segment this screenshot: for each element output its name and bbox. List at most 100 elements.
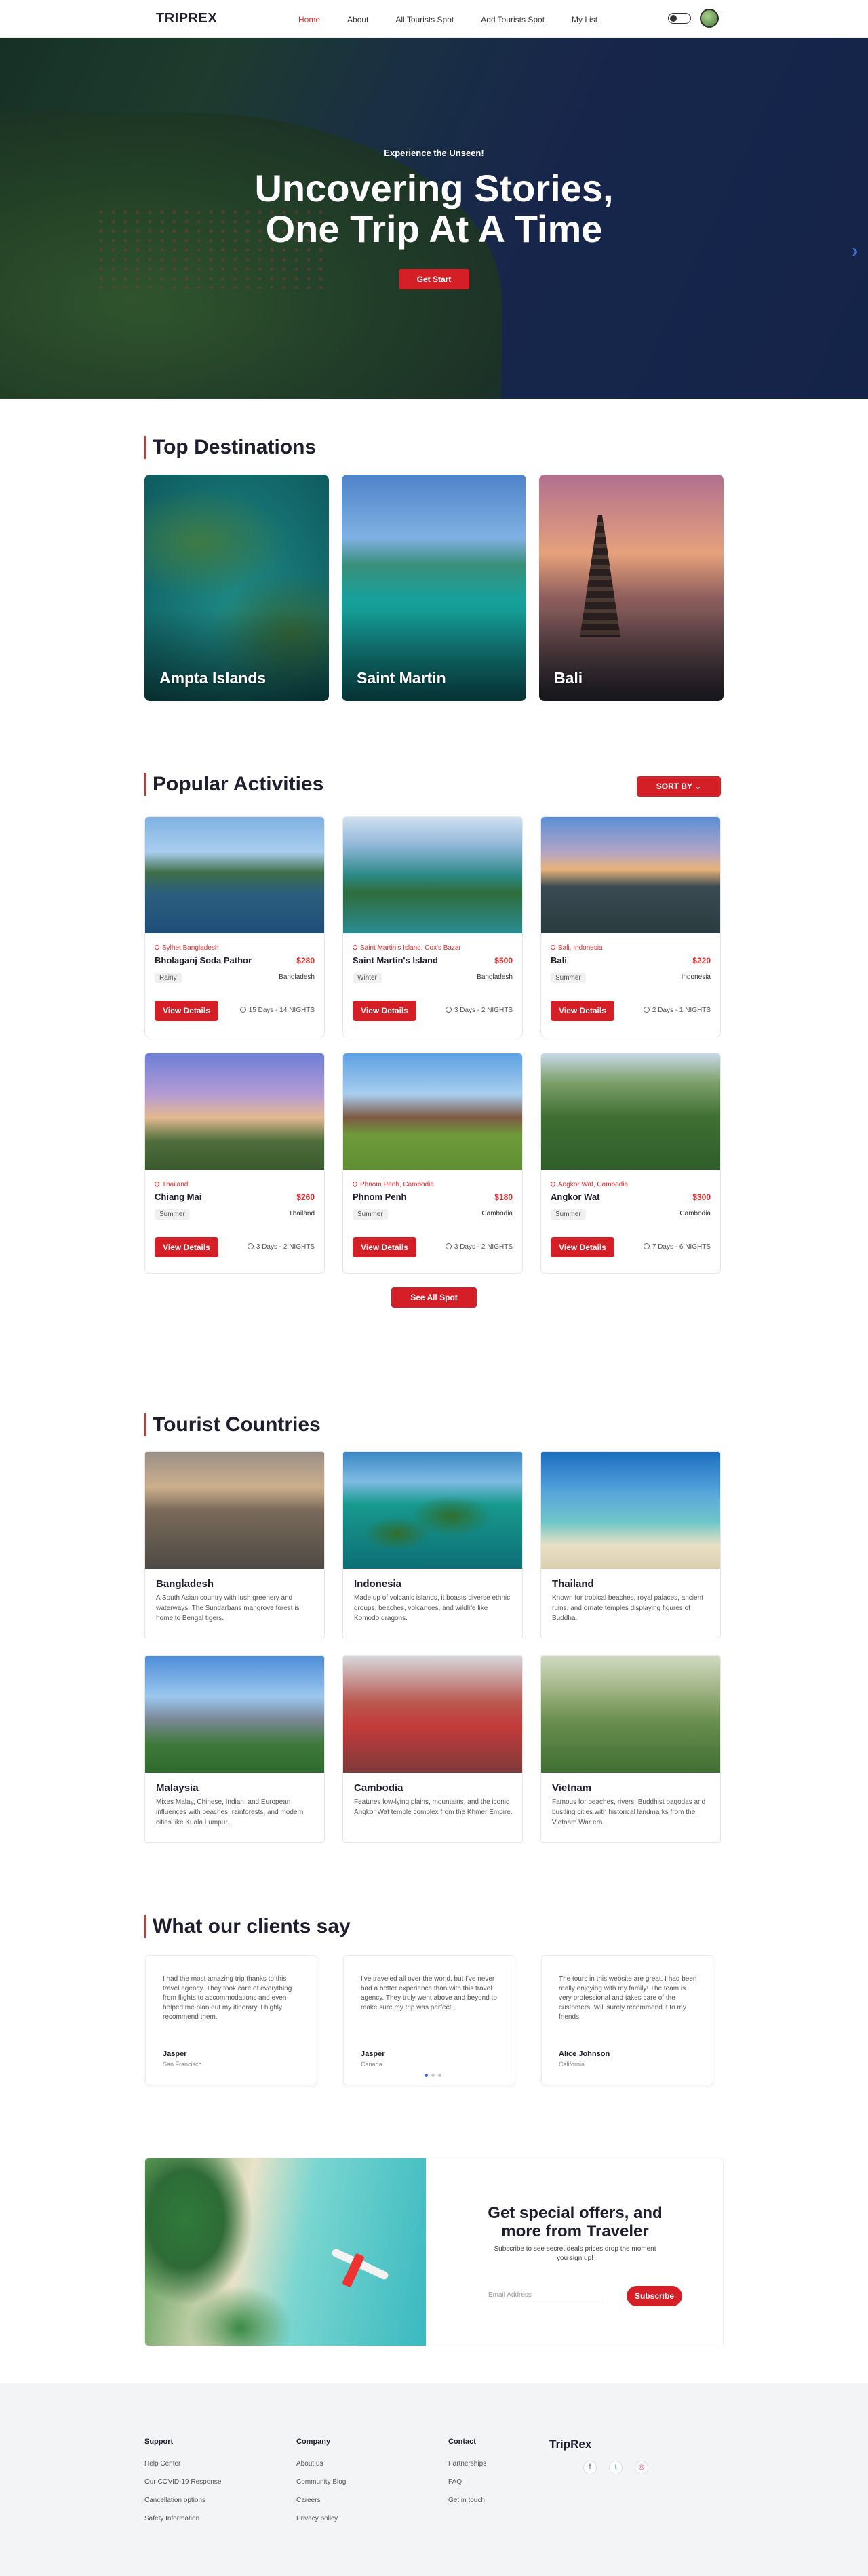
carousel-dots	[425, 2074, 441, 2077]
location-pin-icon	[549, 1180, 557, 1188]
activity-duration: 15 Days - 14 NIGHTS	[239, 1007, 315, 1014]
nav-home[interactable]: Home	[298, 15, 320, 24]
activity-location: Bali, Indonesia	[549, 944, 603, 952]
clock-icon	[247, 1243, 254, 1249]
country-description: Mixes Malay, Chinese, Indian, and Europe…	[156, 1798, 304, 1826]
activity-country: Indonesia	[681, 973, 711, 981]
view-details-button[interactable]: View Details	[353, 1001, 416, 1021]
footer-link[interactable]: Community Blog	[296, 2478, 346, 2486]
instagram-icon[interactable]: ◎	[635, 2461, 648, 2474]
site-logo[interactable]: TRIPREX	[156, 11, 217, 26]
nav-add-tourists-spot[interactable]: Add Tourists Spot	[481, 15, 545, 24]
footer-link[interactable]: Partnerships	[448, 2460, 486, 2468]
see-all-spot-button[interactable]: See All Spot	[391, 1287, 477, 1308]
location-pin-icon	[351, 1180, 359, 1188]
activity-location-text: Saint Martin's Island, Cox's Bazar	[360, 944, 461, 952]
footer-link[interactable]: Safety Information	[144, 2515, 221, 2522]
hero-title-line-1: Uncovering Stories,	[254, 167, 614, 209]
carousel-dot[interactable]	[431, 2074, 435, 2077]
activity-card: Bali, Indonesia Bali $220 Summer Indonesia Vi…	[540, 816, 721, 1037]
activity-location-text: Thailand	[162, 1181, 189, 1188]
country-card[interactable]: Thailand Known for tropical beaches, roya…	[540, 1451, 721, 1638]
destination-card[interactable]: Saint Martin	[342, 475, 526, 701]
theme-toggle[interactable]	[668, 13, 691, 24]
view-details-button[interactable]: View Details	[353, 1237, 416, 1257]
footer-link[interactable]: Help Center	[144, 2460, 221, 2468]
chevron-down-icon: ⌄	[694, 782, 702, 791]
view-details-button[interactable]: View Details	[551, 1001, 614, 1021]
country-image	[145, 1656, 324, 1773]
location-pin-icon	[351, 944, 359, 951]
activity-image	[343, 817, 522, 933]
footer-link[interactable]: Careers	[296, 2497, 346, 2504]
seaplane-beach-image	[145, 2158, 426, 2346]
country-card[interactable]: Bangladesh A South Asian country with lus…	[144, 1451, 325, 1638]
activity-duration: 2 Days - 1 NIGHTS	[643, 1007, 711, 1014]
activity-card: Phnom Penh, Cambodia Phnom Penh $180 Summer…	[342, 1053, 523, 1274]
footer-link[interactable]: Cancellation options	[144, 2497, 221, 2504]
destination-card[interactable]: Ampta Islands	[144, 475, 329, 701]
footer-logo[interactable]: TripRex	[549, 2438, 591, 2451]
activity-duration: 3 Days - 2 NIGHTS	[445, 1243, 513, 1251]
footer-column-company: Company About us Community Blog Careers …	[296, 2438, 346, 2533]
activity-name: Saint Martin's Island	[353, 955, 438, 965]
card-gradient	[539, 475, 724, 701]
view-details-button[interactable]: View Details	[155, 1237, 218, 1257]
slider-next-arrow-icon[interactable]: ›	[852, 240, 858, 262]
country-card[interactable]: Cambodia Features low-lying plains, mount…	[342, 1655, 523, 1843]
activity-location: Phnom Penh, Cambodia	[351, 1180, 434, 1188]
footer-link[interactable]: Privacy policy	[296, 2515, 346, 2522]
sort-by-button[interactable]: SORT BY ⌄	[637, 776, 721, 797]
newsletter-section: Get special offers, and more from Travel…	[144, 2158, 724, 2346]
activity-duration-text: 3 Days - 2 NIGHTS	[454, 1007, 513, 1014]
toggle-knob	[670, 15, 677, 22]
view-details-button[interactable]: View Details	[155, 1001, 218, 1021]
country-card[interactable]: Indonesia Made up of volcanic islands, it…	[342, 1451, 523, 1638]
footer-column-support: Support Help Center Our COVID-19 Respons…	[144, 2438, 221, 2533]
top-destinations-title: Top Destinations	[144, 436, 316, 459]
country-description: Known for tropical beaches, royal palace…	[552, 1594, 703, 1622]
facebook-icon[interactable]: f	[583, 2461, 597, 2474]
country-card[interactable]: Malaysia Mixes Malay, Chinese, Indian, an…	[144, 1655, 325, 1843]
get-start-button[interactable]: Get Start	[399, 269, 469, 289]
activity-name: Bholaganj Soda Pathor	[155, 955, 252, 965]
activity-duration: 7 Days - 6 NIGHTS	[643, 1243, 711, 1251]
season-badge: Summer	[551, 1209, 586, 1220]
country-name: Thailand	[552, 1578, 594, 1590]
newsletter-title: Get special offers, and more from Travel…	[426, 2204, 723, 2240]
carousel-dot[interactable]	[438, 2074, 441, 2077]
location-pin-icon	[153, 1180, 161, 1188]
activity-duration-text: 15 Days - 14 NIGHTS	[248, 1007, 315, 1014]
footer-link[interactable]: About us	[296, 2460, 346, 2468]
nav-about[interactable]: About	[347, 15, 368, 24]
activity-duration-text: 2 Days - 1 NIGHTS	[652, 1007, 711, 1014]
country-name: Malaysia	[156, 1782, 199, 1794]
activity-card: Sylhet Bangladesh Bholaganj Soda Pathor $2…	[144, 816, 325, 1037]
activity-country: Bangladesh	[279, 973, 315, 981]
email-field[interactable]: Email Address	[483, 2287, 605, 2303]
destination-name: Bali	[554, 669, 583, 687]
testimonials-title: What our clients say	[144, 1915, 351, 1938]
twitter-icon[interactable]: t	[609, 2461, 623, 2474]
footer-column-contact: Contact Partnerships FAQ Get in touch	[448, 2438, 486, 2515]
footer-link[interactable]: Our COVID-19 Response	[144, 2478, 221, 2486]
testimonial-author: Alice Johnson	[559, 2050, 610, 2058]
activity-price: $300	[692, 1192, 711, 1202]
nav-my-list[interactable]: My List	[572, 15, 597, 24]
tourist-countries-title: Tourist Countries	[144, 1413, 321, 1436]
footer-link[interactable]: FAQ	[448, 2478, 486, 2486]
view-details-button[interactable]: View Details	[551, 1237, 614, 1257]
clock-icon	[643, 1243, 650, 1249]
nav-all-tourists-spot[interactable]: All Tourists Spot	[395, 15, 454, 24]
subscribe-button[interactable]: Subscribe	[627, 2286, 682, 2306]
footer-link[interactable]: Get in touch	[448, 2497, 486, 2504]
activity-location: Thailand	[153, 1180, 189, 1188]
carousel-dot[interactable]	[425, 2074, 428, 2077]
clock-icon	[445, 1007, 452, 1013]
country-card[interactable]: Vietnam Famous for beaches, rivers, Buddh…	[540, 1655, 721, 1843]
activity-price: $260	[296, 1192, 315, 1202]
country-image	[145, 1452, 324, 1569]
user-avatar[interactable]	[700, 9, 719, 28]
activity-location: Saint Martin's Island, Cox's Bazar	[351, 944, 461, 952]
destination-card[interactable]: Bali	[539, 475, 724, 701]
